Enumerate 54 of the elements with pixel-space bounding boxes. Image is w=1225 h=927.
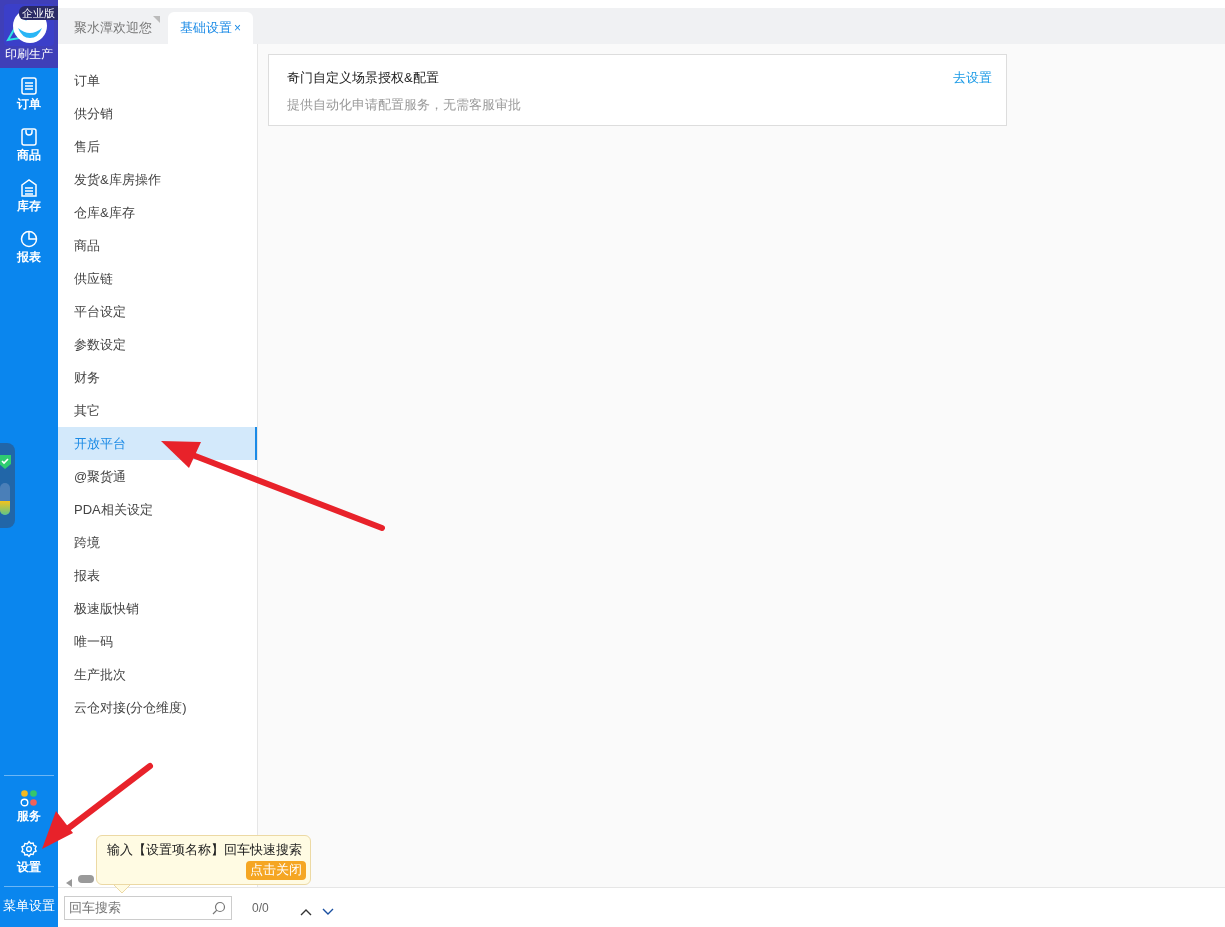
warehouse-icon	[20, 179, 38, 197]
nav-label: 库存	[17, 198, 41, 215]
nav-item[interactable]: 服务	[0, 780, 58, 831]
category-item[interactable]: 财务	[58, 361, 257, 394]
card-title: 奇门自定义场景授权&配置	[287, 69, 440, 87]
nav-item[interactable]: 订单	[0, 68, 58, 119]
card-description: 提供自动化申请配置服务，无需客服审批	[287, 96, 521, 114]
category-item[interactable]: 唯一码	[58, 625, 257, 658]
search-icon	[212, 900, 226, 915]
category-item[interactable]: 商品	[58, 229, 257, 262]
match-counter: 0/0	[252, 900, 270, 915]
pie-chart-icon	[20, 230, 38, 248]
category-item[interactable]: 参数设定	[58, 328, 257, 361]
category-item[interactable]: 云仓对接(分仓维度)	[58, 691, 257, 724]
nav-label: 设置	[17, 859, 41, 876]
document-icon	[20, 77, 38, 95]
category-item[interactable]: 订单	[58, 64, 257, 97]
edition-badge: 企业版	[19, 6, 58, 20]
nav-item[interactable]: 商品	[0, 119, 58, 170]
category-item[interactable]: 生产批次	[58, 658, 257, 691]
category-item[interactable]: 平台设定	[58, 295, 257, 328]
nav-label: 报表	[17, 249, 41, 266]
nav-label: 商品	[17, 147, 41, 164]
category-item[interactable]: 跨境	[58, 526, 257, 559]
menu-settings-button[interactable]: 菜单设置	[3, 891, 55, 927]
nav-item[interactable]: 设置	[0, 831, 58, 882]
tab[interactable]: 基础设置×	[168, 12, 253, 44]
category-item[interactable]: 发货&库房操作	[58, 163, 257, 196]
bag-icon	[20, 128, 38, 146]
settings-icon	[20, 840, 38, 858]
category-item[interactable]: @聚货通	[58, 460, 257, 493]
scrollbar-thumb[interactable]	[78, 875, 94, 883]
category-item[interactable]: PDA相关设定	[58, 493, 257, 526]
close-icon[interactable]: ×	[234, 21, 241, 35]
nav-item[interactable]: 库存	[0, 170, 58, 221]
app-logo[interactable]: 企业版 印刷生产	[0, 0, 58, 68]
shield-icon	[0, 455, 11, 469]
category-item[interactable]: 其它	[58, 394, 257, 427]
category-item[interactable]: 极速版快销	[58, 592, 257, 625]
tooltip-text: 输入【设置项名称】回车快速搜索	[107, 842, 303, 859]
category-item[interactable]: 供分销	[58, 97, 257, 130]
tab[interactable]: 聚水潭欢迎您	[62, 12, 164, 44]
category-item[interactable]: 售后	[58, 130, 257, 163]
app-name: 印刷生产	[5, 46, 53, 62]
nav-label: 服务	[17, 808, 41, 825]
search-field[interactable]: 回车搜索	[64, 895, 232, 920]
category-item[interactable]: 报表	[58, 559, 257, 592]
category-item[interactable]: 仓库&库存	[58, 196, 257, 229]
apps-icon	[20, 789, 38, 807]
category-item[interactable]: 供应链	[58, 262, 257, 295]
nav-item[interactable]: 报表	[0, 221, 58, 272]
nav-label: 订单	[17, 96, 41, 113]
floating-widget[interactable]	[0, 443, 15, 528]
corner-mark-icon	[153, 16, 160, 23]
